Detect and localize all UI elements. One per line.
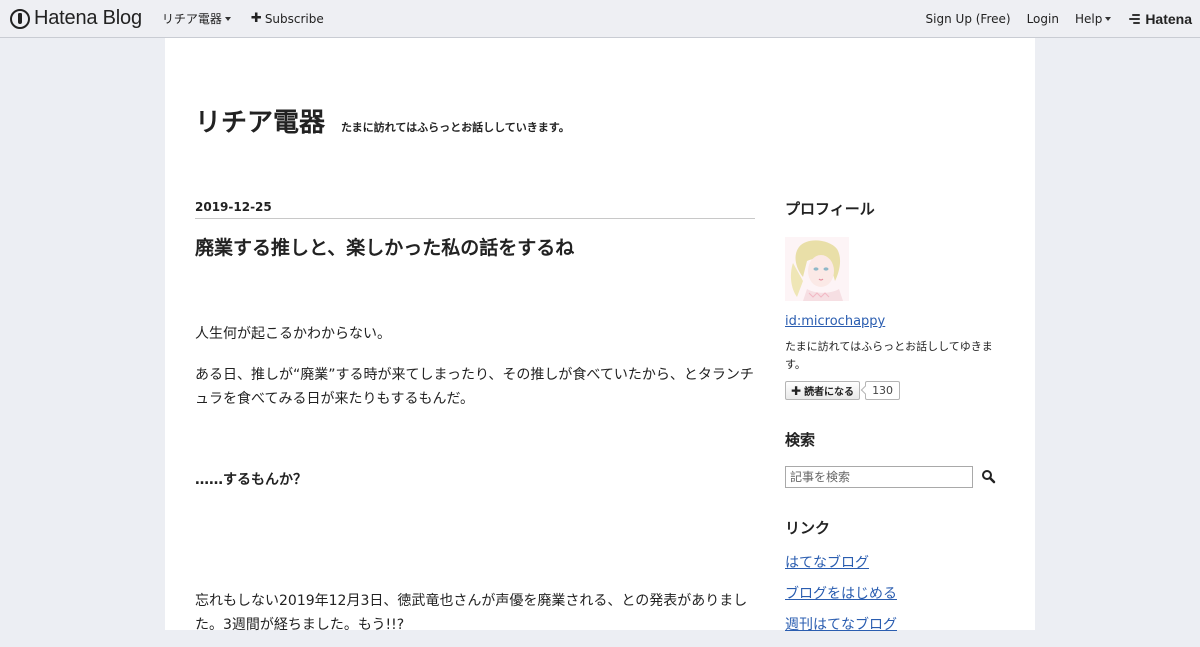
link-list: はてなブログ ブログをはじめる 週刊はてなブログ bbox=[785, 554, 897, 647]
paragraph: ……するもんか？ bbox=[195, 472, 307, 488]
hatena-mark-icon bbox=[1129, 14, 1142, 24]
search-input[interactable] bbox=[785, 466, 973, 488]
sidebar: プロフィール id:microchappy たまに訪れてはふらっとお話ししてゆき… bbox=[785, 198, 1005, 633]
help-label: Help bbox=[1074, 11, 1103, 26]
plus-icon: ✚ bbox=[791, 383, 802, 398]
paragraph: ある日、推しが“廃業”する時が来てしまったり、その推しが食べていたから、とタラン… bbox=[195, 367, 754, 407]
profile-id-link[interactable]: id:microchappy bbox=[785, 314, 885, 329]
profile-description: たまに訪れてはふらっとお話ししてゆきます。 bbox=[785, 340, 993, 371]
entry-date[interactable]: 2019-12-25 bbox=[195, 200, 755, 219]
article: 2019-12-25 廃業する推しと、楽しかった私の話をするね 人生何が起こるか… bbox=[195, 200, 755, 633]
blog-title[interactable]: リチア電器 bbox=[195, 102, 325, 139]
avatar-illustration bbox=[785, 237, 849, 301]
link-start-blog[interactable]: ブログをはじめる bbox=[785, 585, 897, 603]
hatena-blog-logo[interactable]: Hatena Blog bbox=[10, 0, 142, 38]
links-title: リンク bbox=[785, 519, 831, 537]
hatena-blog-icon bbox=[10, 8, 30, 29]
help-dropdown[interactable]: Help bbox=[1074, 11, 1112, 26]
blog-description: たまに訪れてはふらっとお話ししていきます。 bbox=[341, 121, 570, 134]
header-right-menu: Sign Up (Free) Login Help Hatena bbox=[910, 11, 1192, 27]
entry-title[interactable]: 廃業する推しと、楽しかった私の話をするね bbox=[195, 233, 755, 260]
subscribe-link[interactable]: ✚ Subscribe bbox=[251, 11, 324, 26]
link-weekly-hatena-blog[interactable]: 週刊はてなブログ bbox=[785, 616, 897, 634]
subscribe-label: Subscribe bbox=[264, 11, 324, 26]
subscriber-count[interactable]: 130 bbox=[865, 381, 901, 400]
search-form bbox=[785, 466, 997, 488]
paragraph: 人生何が起こるかわからない。 bbox=[195, 326, 391, 342]
reader-subscribe: ✚ 読者になる 130 bbox=[785, 381, 901, 400]
avatar[interactable] bbox=[785, 237, 849, 301]
hatena-logo[interactable]: Hatena bbox=[1129, 11, 1192, 27]
global-header: Hatena Blog リチア電器 ✚ Subscribe Sign Up (F… bbox=[0, 0, 1200, 38]
blog-menu-label: リチア電器 bbox=[161, 12, 222, 26]
login-link[interactable]: Login bbox=[1027, 12, 1059, 26]
brand-name: Hatena Blog bbox=[34, 7, 142, 29]
caret-down-icon bbox=[224, 17, 231, 21]
blog-container: リチア電器 たまに訪れてはふらっとお話ししていきます。 2019-12-25 廃… bbox=[165, 38, 1035, 633]
caret-down-icon bbox=[1105, 17, 1112, 21]
search-title: 検索 bbox=[785, 431, 816, 449]
subscribe-reader-button[interactable]: ✚ 読者になる bbox=[785, 381, 861, 400]
profile-title: プロフィール bbox=[785, 200, 875, 218]
signup-link[interactable]: Sign Up (Free) bbox=[926, 12, 1011, 26]
blog-menu-dropdown[interactable]: リチア電器 bbox=[162, 10, 231, 27]
hatena-logo-text: Hatena bbox=[1145, 10, 1192, 27]
blog-header: リチア電器 たまに訪れてはふらっとお話ししていきます。 bbox=[195, 102, 570, 139]
plus-icon: ✚ bbox=[250, 11, 262, 26]
link-hatena-blog[interactable]: はてなブログ bbox=[785, 554, 897, 572]
search-icon[interactable] bbox=[981, 469, 997, 485]
subscribe-reader-label: 読者になる bbox=[804, 387, 855, 398]
